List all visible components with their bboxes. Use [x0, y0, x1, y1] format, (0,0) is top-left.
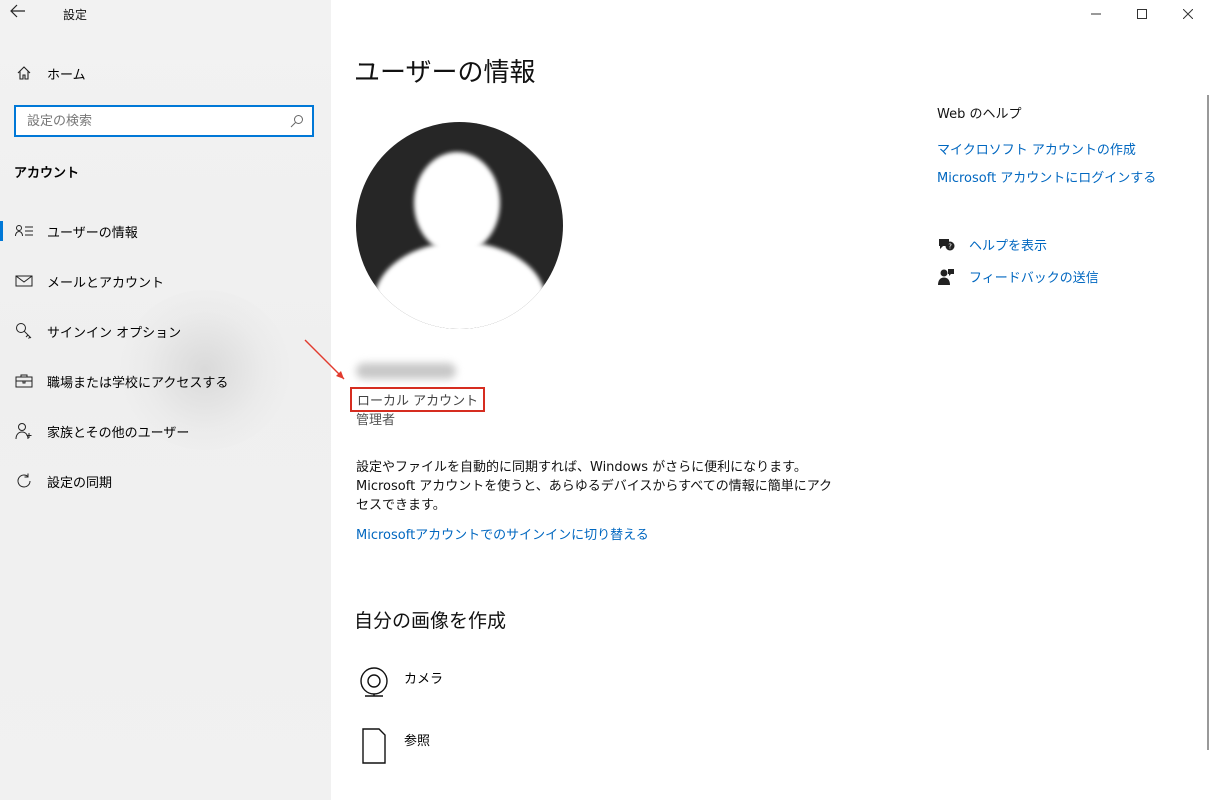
sidebar-item-work-school[interactable]: 職場または学校にアクセスする [0, 356, 331, 406]
create-picture-title: 自分の画像を作成 [354, 610, 507, 632]
minimize-button[interactable] [1073, 0, 1119, 28]
sidebar-item-email-accounts[interactable]: メールとアカウント [0, 256, 331, 306]
feedback-icon [937, 268, 955, 286]
sidebar-item-label: ユーザーの情報 [47, 225, 138, 241]
camera-icon [356, 664, 392, 704]
search-input[interactable] [16, 107, 276, 135]
browse-label: 参照 [404, 734, 431, 749]
sidebar-item-label: 設定の同期 [47, 475, 113, 491]
login-microsoft-account-link[interactable]: Microsoft アカウントにログインする [937, 167, 1156, 186]
sidebar-item-label: 家族とその他のユーザー [47, 425, 190, 441]
user-info-icon [15, 222, 33, 240]
avatar-head [414, 152, 500, 254]
sidebar-item-label: サインイン オプション [47, 325, 182, 341]
sidebar: 設定 ホーム アカウント ユーザーの情報 [0, 0, 331, 800]
help-chat-icon: ? [937, 236, 955, 254]
sync-description: 設定やファイルを自動的に同期すれば、Windows がさらに便利になります。Mi… [356, 460, 833, 513]
maximize-button[interactable] [1119, 0, 1165, 28]
avatar-body [374, 242, 546, 329]
sidebar-nav: ユーザーの情報 メールとアカウント サインイン オプション 職場または学校にアク… [0, 206, 331, 506]
avatar [356, 122, 563, 329]
user-name-blurred [356, 363, 456, 379]
switch-to-microsoft-account-link[interactable]: Microsoftアカウントでのサインインに切り替える [356, 524, 649, 543]
back-arrow-icon [10, 4, 25, 18]
sidebar-item-family-users[interactable]: 家族とその他のユーザー [0, 406, 331, 456]
close-icon [1183, 9, 1193, 19]
send-feedback-link[interactable]: フィードバックの送信 [937, 267, 1099, 286]
scrollbar[interactable] [1207, 95, 1209, 750]
mail-icon [15, 272, 33, 290]
key-icon [15, 322, 33, 340]
search-icon[interactable] [290, 114, 304, 128]
sidebar-home[interactable]: ホーム [16, 63, 86, 83]
back-button[interactable] [10, 4, 34, 24]
sidebar-item-user-info[interactable]: ユーザーの情報 [0, 206, 331, 256]
camera-label: カメラ [404, 672, 444, 687]
sidebar-item-label: メールとアカウント [47, 275, 165, 291]
show-help-label: ヘルプを表示 [969, 239, 1048, 254]
close-button[interactable] [1165, 0, 1211, 28]
minimize-icon [1091, 13, 1101, 15]
sidebar-item-sync[interactable]: 設定の同期 [0, 456, 331, 506]
app-title: 設定 [63, 8, 88, 22]
svg-text:?: ? [948, 242, 952, 250]
camera-option[interactable]: カメラ [356, 664, 443, 704]
show-help-link[interactable]: ? ヘルプを表示 [937, 235, 1047, 254]
maximize-icon [1137, 9, 1147, 19]
search-box[interactable] [14, 105, 314, 137]
sidebar-item-label: 職場または学校にアクセスする [47, 375, 229, 391]
browse-option[interactable]: 参照 [356, 726, 430, 766]
file-icon [356, 726, 392, 766]
section-title: アカウント [14, 166, 80, 181]
person-add-icon [15, 422, 33, 440]
home-icon [17, 66, 31, 80]
home-label: ホーム [47, 67, 86, 83]
page-title: ユーザーの情報 [354, 58, 536, 88]
briefcase-icon [15, 372, 33, 390]
account-role: 管理者 [356, 413, 396, 428]
sidebar-item-signin-options[interactable]: サインイン オプション [0, 306, 331, 356]
sync-icon [15, 472, 33, 490]
annotation-arrow-icon [304, 339, 345, 380]
window-controls [1073, 0, 1211, 28]
send-feedback-label: フィードバックの送信 [969, 271, 1099, 286]
create-microsoft-account-link[interactable]: マイクロソフト アカウントの作成 [937, 139, 1136, 158]
web-help-title: Web のヘルプ [937, 107, 1022, 122]
